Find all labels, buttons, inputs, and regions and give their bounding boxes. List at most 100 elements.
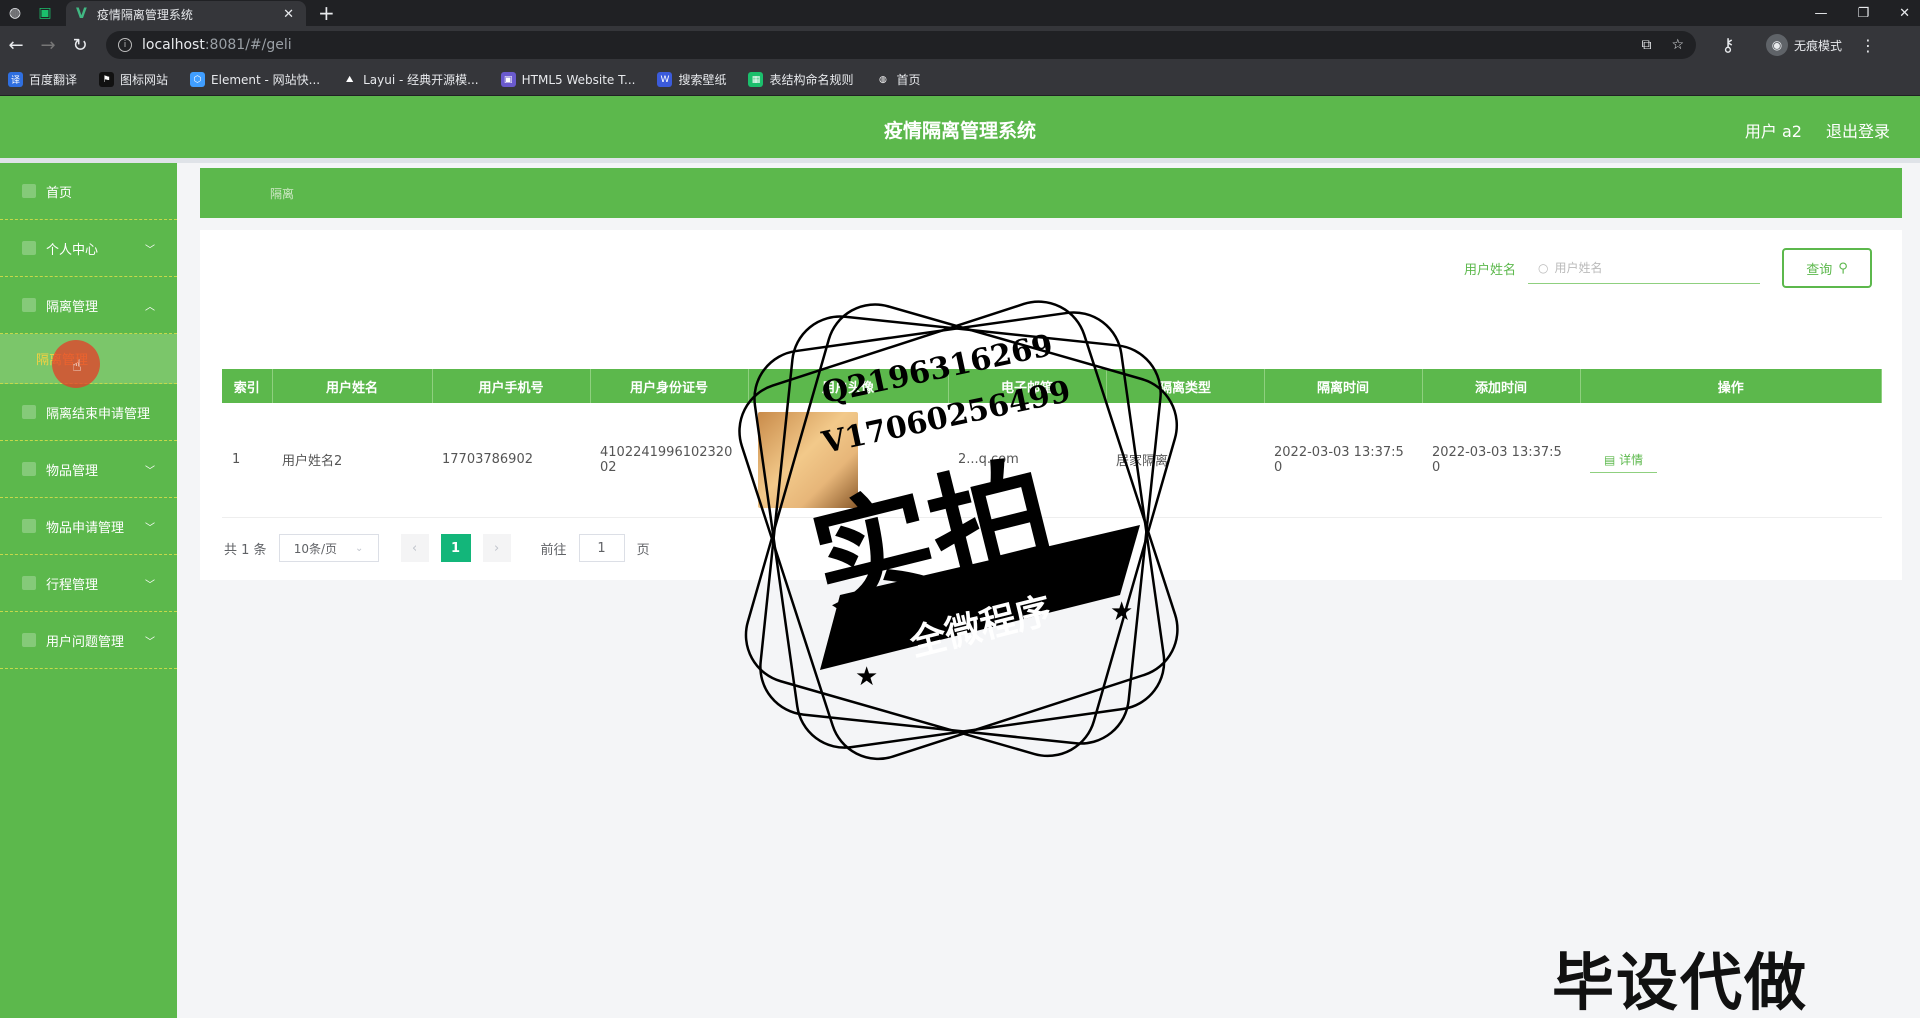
isolation-icon xyxy=(22,298,36,312)
user-avatar-image[interactable] xyxy=(758,411,858,508)
route-icon xyxy=(22,576,36,590)
search-input[interactable]: ○ 用户姓名 xyxy=(1528,252,1760,284)
search-icon: ⚲ xyxy=(1838,260,1848,276)
bookmark-item[interactable]: ▦ 表结构命名规则 xyxy=(748,71,853,88)
browser-menu-icon[interactable]: ⋮ xyxy=(1860,36,1876,55)
goto-page-input[interactable]: 1 xyxy=(578,534,625,562)
page-size-select[interactable]: 10条/页 ⌄ xyxy=(278,534,379,562)
vue-logo-icon: V xyxy=(76,6,87,22)
breadcrumb-current: 隔离 xyxy=(270,186,295,201)
cell-email: 2...q.com xyxy=(948,403,1106,518)
url-input[interactable]: i localhost:8081/#/geli ⧉ ☆ xyxy=(106,31,1696,59)
cell-isolation-time: 2022-03-03 13:37:50 xyxy=(1264,403,1422,518)
chevron-up-icon: ︿ xyxy=(145,301,155,313)
forward-arrow-icon[interactable]: → xyxy=(32,35,64,56)
column-header[interactable]: 电子邮箱 xyxy=(948,369,1107,403)
browser-tab-active[interactable]: V 疫情隔离管理系统 ✕ xyxy=(66,1,306,27)
breadcrumb: 隔离 xyxy=(200,168,1902,218)
translate-icon[interactable]: ⧉ xyxy=(1641,37,1651,53)
bookmark-item[interactable]: ◍ 首页 xyxy=(875,71,921,88)
page-suffix: 页 xyxy=(636,542,650,558)
sidebar-item-goods-management[interactable]: 物品管理 ﹀ xyxy=(0,441,177,498)
browser-pinned-tab-icon[interactable]: ▣ xyxy=(30,0,60,26)
cell-id-card: 410224199610232002 xyxy=(590,403,748,518)
cell-actions: ▤ 详情 xyxy=(1580,403,1882,518)
svg-text:★: ★ xyxy=(855,662,878,692)
query-button[interactable]: 查询 ⚲ xyxy=(1782,248,1872,288)
cell-avatar xyxy=(748,403,948,518)
chevron-down-icon: ﹀ xyxy=(145,465,155,477)
incognito-icon: ◉ xyxy=(1766,34,1788,56)
column-header[interactable]: 隔离时间 xyxy=(1264,369,1423,403)
restore-icon[interactable]: ❐ xyxy=(1857,6,1869,21)
globe-icon: ◍ xyxy=(875,72,891,87)
watermark-corner-text: 毕设代做 xyxy=(1552,946,1809,1018)
logout-link[interactable]: 退出登录 xyxy=(1826,118,1890,142)
back-arrow-icon[interactable]: ← xyxy=(0,35,32,56)
app-title: 疫情隔离管理系统 xyxy=(883,120,1036,142)
user-icon xyxy=(22,241,36,255)
next-page-button[interactable]: › xyxy=(482,534,511,562)
new-tab-plus-icon[interactable]: + xyxy=(318,1,335,25)
bookmark-item[interactable]: ⛰ Layui - 经典开源模... xyxy=(342,71,479,88)
sidebar-item-user-questions[interactable]: 用户问题管理 ﹀ xyxy=(0,612,177,669)
flag-icon: ⚑ xyxy=(99,72,115,87)
sidebar-item-personal-center[interactable]: 个人中心 ﹀ xyxy=(0,220,177,277)
question-icon xyxy=(22,633,36,647)
sidebar-item-goods-requests[interactable]: 物品申请管理 ﹀ xyxy=(0,498,177,555)
incognito-profile[interactable]: ◉ 无痕模式 xyxy=(1766,34,1842,56)
sidebar: 首页 个人中心﹀ 隔离管理︿ 隔离管理 ☝ 隔离结束申请管理 物品管理﹀ 物品申… xyxy=(0,163,177,1018)
document-icon xyxy=(22,405,36,419)
column-header[interactable]: 用户身份证号 xyxy=(590,369,749,403)
url-host: localhost xyxy=(142,37,205,53)
browser-globe-icon[interactable]: ◍ xyxy=(0,0,30,26)
url-path: :8081/#/geli xyxy=(204,37,292,53)
content-panel: 用户姓名 ○ 用户姓名 查询 ⚲ 索引 用户姓名 用户手机号 用户身份证号 用户… xyxy=(200,230,1902,580)
bookmarks-bar: 译百度翻译 ⚑ 图标网站 ⬡ Element - 网站快... ⛰ Layui - 经… xyxy=(0,64,1920,96)
sidebar-item-isolation-management[interactable]: 隔离管理 ︿ xyxy=(0,277,177,334)
sidebar-item-isolation-end-requests[interactable]: 隔离结束申请管理 xyxy=(0,384,177,441)
table-row: 1 用户姓名2 17703786902 410224199610232002 2… xyxy=(222,403,1882,518)
column-header[interactable]: 索引 xyxy=(222,369,273,403)
column-header[interactable]: 操作 xyxy=(1580,369,1882,403)
sidebar-subitem-isolation[interactable]: 隔离管理 ☝ xyxy=(0,334,177,388)
cart-icon xyxy=(22,519,36,533)
pagination: 共 1 条 10条/页 ⌄ ‹ 1 › 前往 1 页 xyxy=(224,534,650,562)
tab-close-icon[interactable]: ✕ xyxy=(283,7,294,22)
detail-button[interactable]: ▤ 详情 xyxy=(1590,447,1658,473)
minimize-icon[interactable]: — xyxy=(1814,6,1827,21)
svg-text:★: ★ xyxy=(1110,597,1133,627)
app-header: 疫情隔离管理系统 用户 a2 退出登录 xyxy=(0,96,1920,158)
prev-page-button[interactable]: ‹ xyxy=(400,534,429,562)
column-header[interactable]: 用户姓名 xyxy=(272,369,433,403)
bookmark-item[interactable]: ⬡ Element - 网站快... xyxy=(190,71,320,88)
box-icon xyxy=(22,462,36,476)
search-placeholder: 用户姓名 xyxy=(1554,261,1603,275)
column-header[interactable]: 隔离类型 xyxy=(1106,369,1265,403)
password-key-icon[interactable]: ⚷ xyxy=(1712,35,1744,56)
bookmark-star-icon[interactable]: ☆ xyxy=(1671,37,1684,53)
column-header[interactable]: 添加时间 xyxy=(1422,369,1581,403)
browser-tab-title: 疫情隔离管理系统 xyxy=(96,7,193,22)
header-divider xyxy=(0,158,1920,163)
bookmark-item[interactable]: ▣ HTML5 Website T... xyxy=(500,72,635,87)
hand-cursor-icon: ☝ xyxy=(72,356,82,375)
cell-name: 用户姓名2 xyxy=(272,403,432,518)
page-number-current[interactable]: 1 xyxy=(440,534,471,562)
site-info-icon[interactable]: i xyxy=(118,38,132,52)
chevron-down-icon: ﹀ xyxy=(145,522,155,534)
column-header[interactable]: 用户头像 xyxy=(748,369,949,403)
reload-icon[interactable]: ↻ xyxy=(64,35,96,56)
bookmark-item[interactable]: W 搜索壁纸 xyxy=(657,71,726,88)
sidebar-item-home[interactable]: 首页 xyxy=(0,163,177,220)
column-header[interactable]: 用户手机号 xyxy=(432,369,591,403)
profile-label: 无痕模式 xyxy=(1794,38,1843,53)
html5-icon: ▣ xyxy=(500,72,516,87)
bookmark-item[interactable]: ⚑ 图标网站 xyxy=(99,71,168,88)
window-close-icon[interactable]: ✕ xyxy=(1899,6,1910,21)
current-user: 用户 a2 xyxy=(1744,122,1802,141)
chevron-down-icon: ﹀ xyxy=(145,244,155,256)
sidebar-item-trip-management[interactable]: 行程管理 ﹀ xyxy=(0,555,177,612)
table-rule-icon: ▦ xyxy=(748,72,764,87)
bookmark-item[interactable]: 译百度翻译 xyxy=(8,71,77,88)
